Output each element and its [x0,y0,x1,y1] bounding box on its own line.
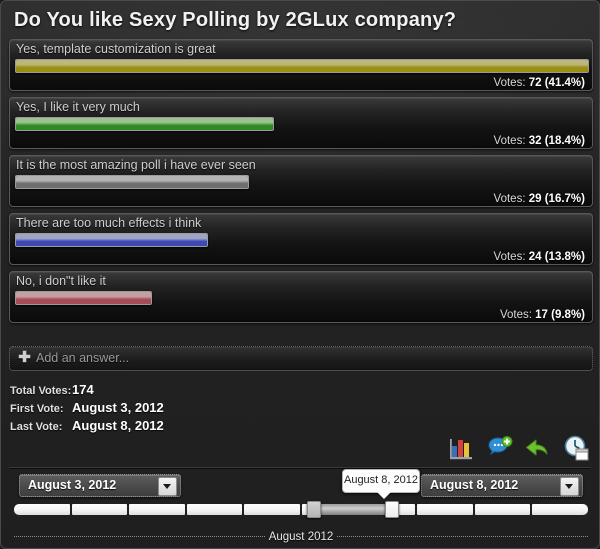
poll-answer-votes: Votes: 72 (41.4%) [494,77,585,89]
page-title: Do You like Sexy Polling by 2GLux compan… [14,9,457,31]
slider-tooltip-text: August 8, 2012 [343,474,418,486]
stat-value: August 8, 2012 [72,418,164,433]
votes-percent: (41.4%) [544,77,585,89]
stat-label: Total Votes: [10,385,72,397]
votes-prefix: Votes: [499,309,532,321]
add-comment-icon[interactable] [485,433,515,463]
stat-value: 174 [72,382,94,397]
stat-first-vote: First Vote: August 3, 2012 [10,400,164,418]
poll-answer-label: It is the most amazing poll i have ever … [16,158,256,172]
poll-answer-votes: Votes: 17 (9.8%) [500,309,585,321]
stat-total-votes: Total Votes:174 [10,382,164,400]
stat-last-vote: Last Vote: August 8, 2012 [10,418,164,436]
poll-answer-row[interactable]: It is the most amazing poll i have ever … [9,155,593,207]
poll-answer-votes: Votes: 29 (16.7%) [494,193,585,205]
poll-answer-votes: Votes: 32 (18.4%) [494,135,585,147]
poll-answer-bar [15,291,152,305]
votes-count: 24 [528,251,542,263]
add-answer-placeholder: Add an answer... [36,351,130,365]
clock-calendar-icon[interactable] [561,433,591,463]
chevron-down-icon[interactable] [158,477,177,496]
votes-count: 17 [535,309,548,321]
poll-toolbar [447,433,591,463]
axis-dotted-line-right [337,536,588,538]
poll-answer-row[interactable]: Yes, template customization is great Vot… [9,39,593,91]
slider-segment[interactable] [129,504,185,515]
votes-count: 72 [528,77,542,89]
slider-handle-end[interactable] [385,501,400,518]
axis-dotted-line-left [14,536,265,538]
slider-tooltip: August 8, 2012 [342,469,420,499]
axis-label: August 2012 [268,531,334,543]
poll-answer-row[interactable]: There are too much effects i think Votes… [9,213,593,265]
poll-answer-label: Yes, template customization is great [16,42,216,56]
poll-answer-bar-fill [16,176,248,188]
votes-count: 29 [528,193,542,205]
poll-stats: Total Votes:174 First Vote: August 3, 201… [10,382,164,436]
poll-answer-bar [15,233,208,247]
votes-prefix: Votes: [493,77,526,89]
poll-answer-bar [15,175,249,189]
add-answer-input[interactable]: ✚ Add an answer... [9,346,593,371]
slider-segment[interactable] [474,504,531,515]
votes-count: 32 [528,135,542,147]
start-date-select[interactable]: August 3, 2012 [19,474,181,497]
poll-answer-row[interactable]: Yes, I like it very much Votes: 32 (18.4… [9,97,593,149]
poll-answer-bar-fill [16,60,588,72]
divider [9,467,591,468]
stat-label: Last Vote: [10,421,63,433]
votes-percent: (16.7%) [544,193,585,205]
chevron-down-icon[interactable] [560,477,579,496]
slider-segment[interactable] [186,504,243,515]
date-range-slider[interactable] [14,501,588,518]
end-date-select[interactable]: August 8, 2012 [421,474,583,497]
start-date-value: August 3, 2012 [28,478,117,492]
poll-answer-label: Yes, I like it very much [16,100,140,114]
votes-prefix: Votes: [493,135,526,147]
votes-prefix: Votes: [493,193,526,205]
plus-icon: ✚ [18,349,31,366]
poll-answers-list: Yes, template customization is great Vot… [9,39,593,329]
votes-percent: (13.8%) [544,251,585,263]
poll-answer-bar-fill [16,234,207,246]
slider-segment[interactable] [417,504,473,515]
slider-selected-range [314,504,393,515]
slider-axis: August 2012 [14,529,588,545]
poll-answer-label: There are too much effects i think [16,216,202,230]
slider-segment[interactable] [532,504,588,515]
votes-percent: (9.8%) [551,309,585,321]
stat-value: August 3, 2012 [72,400,164,415]
poll-answer-row[interactable]: No, i don"t like it Votes: 17 (9.8%) [9,271,593,323]
poll-answer-bar [15,117,274,131]
votes-prefix: Votes: [493,251,526,263]
end-date-value: August 8, 2012 [430,478,519,492]
poll-answer-bar [15,59,589,73]
poll-answer-votes: Votes: 24 (13.8%) [494,251,585,263]
stat-label: First Vote: [10,403,64,415]
slider-segment[interactable] [244,504,300,515]
slider-handle-start[interactable] [307,501,322,518]
poll-answer-bar-fill [16,118,273,130]
poll-answer-label: No, i don"t like it [16,274,106,288]
votes-percent: (18.4%) [544,135,585,147]
poll-widget: Do You like Sexy Polling by 2GLux compan… [0,0,600,549]
slider-track[interactable] [14,504,588,515]
slider-segment[interactable] [14,504,70,515]
bar-chart-icon[interactable] [447,433,477,463]
poll-answer-bar-fill [16,292,151,304]
undo-arrow-icon[interactable] [523,433,553,463]
slider-segment[interactable] [71,504,128,515]
